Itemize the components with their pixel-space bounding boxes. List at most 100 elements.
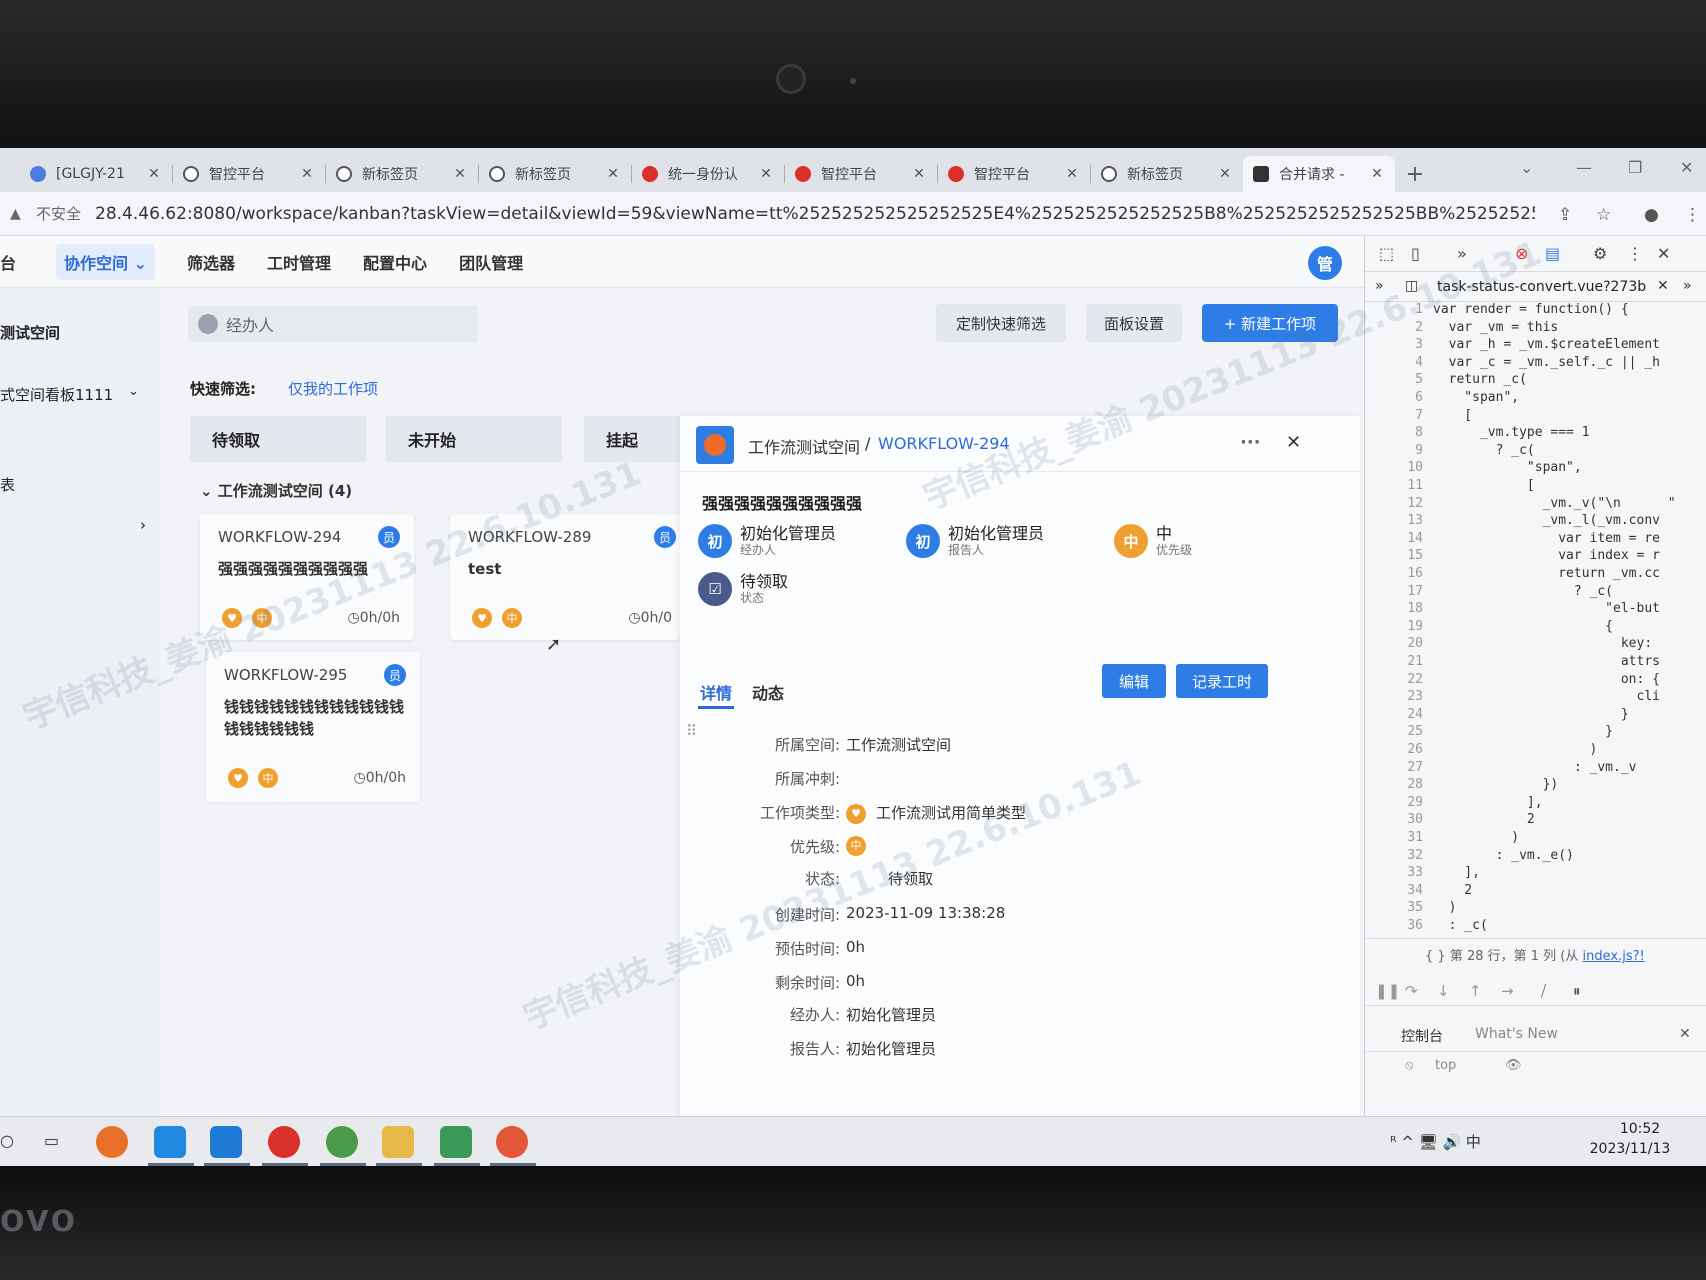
line-number[interactable]: 10 — [1365, 460, 1423, 475]
priority-info[interactable]: 中 中 优先级 — [1114, 524, 1192, 558]
clock-date[interactable]: 2023/11/13 — [1580, 1141, 1680, 1157]
line-number[interactable]: 21 — [1365, 654, 1423, 669]
toggle-navigator-icon[interactable]: » — [1375, 278, 1384, 294]
work-item-card[interactable]: WORKFLOW-289 员 test ♥ 中 ◷0h/0 — [450, 514, 680, 640]
line-number[interactable]: 6 — [1365, 390, 1423, 405]
bookmark-star-icon[interactable]: ☆ — [1596, 205, 1611, 225]
pause-icon[interactable]: ❚❚ — [1375, 982, 1400, 1000]
line-number[interactable]: 1 — [1365, 302, 1423, 317]
line-number[interactable]: 13 — [1365, 513, 1423, 528]
minimize-icon[interactable]: — — [1576, 158, 1592, 177]
field-value[interactable]: 初始化管理员 — [846, 1038, 936, 1059]
sidebar-item-board[interactable]: 式空间看板1111 — [0, 384, 113, 405]
eye-icon[interactable]: 👁 — [1505, 1058, 1522, 1073]
browser-tab[interactable]: 新标签页 ✕ — [1091, 156, 1243, 192]
line-number[interactable]: 15 — [1365, 548, 1423, 563]
line-number[interactable]: 11 — [1365, 478, 1423, 493]
tab-whats-new[interactable]: What's New — [1475, 1026, 1558, 1042]
url-field[interactable]: 28.4.46.62:8080/workspace/kanban?taskVie… — [95, 204, 1535, 224]
format-icon[interactable]: { } — [1425, 949, 1450, 964]
line-number[interactable]: 34 — [1365, 883, 1423, 898]
line-number[interactable]: 25 — [1365, 724, 1423, 739]
browser-tab[interactable]: 智控平台 ✕ — [938, 156, 1090, 192]
tab-search-icon[interactable]: ⌄ — [1520, 158, 1533, 177]
step-out-icon[interactable]: ↑ — [1469, 982, 1482, 1000]
step-into-icon[interactable]: ↓ — [1437, 982, 1450, 1000]
tab-activity[interactable]: 动态 — [752, 680, 784, 704]
line-number[interactable]: 33 — [1365, 865, 1423, 880]
line-number[interactable]: 24 — [1365, 707, 1423, 722]
source-code-view[interactable]: 1 var render = function() {2 var _vm = th… — [1365, 302, 1706, 933]
close-tab-icon[interactable]: ✕ — [299, 166, 315, 182]
field-value[interactable]: 待领取 — [888, 868, 933, 889]
line-number[interactable]: 28 — [1365, 777, 1423, 792]
breadcrumb-item-id[interactable]: WORKFLOW-294 — [878, 434, 1010, 453]
close-tab-icon[interactable]: ✕ — [1369, 166, 1385, 182]
red-app-icon[interactable] — [268, 1126, 300, 1158]
close-tab-icon[interactable]: ✕ — [452, 166, 468, 182]
close-tab-icon[interactable]: ✕ — [605, 166, 621, 182]
custom-quick-filter-button[interactable]: 定制快速筛选 — [936, 304, 1066, 342]
line-number[interactable]: 29 — [1365, 795, 1423, 810]
line-number[interactable]: 7 — [1365, 408, 1423, 423]
nav-team-management[interactable]: 团队管理 — [459, 250, 523, 274]
user-avatar[interactable]: 管 — [1308, 246, 1342, 280]
vscode-icon[interactable] — [210, 1126, 242, 1158]
panel-settings-button[interactable]: 面板设置 — [1086, 304, 1182, 342]
browser-tab-active[interactable]: 合并请求 - ✕ — [1243, 156, 1395, 192]
line-number[interactable]: 9 — [1365, 443, 1423, 458]
close-window-icon[interactable]: ✕ — [1680, 158, 1693, 177]
tab-details[interactable]: 详情 — [700, 680, 732, 704]
folder-icon[interactable] — [382, 1126, 414, 1158]
warning-icon[interactable]: ▲ — [10, 206, 24, 222]
more-tabs-icon[interactable]: » — [1457, 244, 1467, 263]
line-number[interactable]: 2 — [1365, 320, 1423, 335]
close-tab-icon[interactable]: ✕ — [146, 166, 162, 182]
browser-tab[interactable]: 统一身份认 ✕ — [632, 156, 784, 192]
more-icon[interactable]: ··· — [1240, 432, 1261, 453]
line-number[interactable]: 23 — [1365, 689, 1423, 704]
field-value[interactable]: 中 — [846, 836, 876, 856]
line-number[interactable]: 18 — [1365, 601, 1423, 616]
close-icon[interactable]: ✕ — [1286, 432, 1301, 453]
share-icon[interactable]: ⇪ — [1558, 205, 1572, 225]
error-count-icon[interactable]: ⊗ — [1515, 244, 1528, 263]
firefox-icon[interactable] — [96, 1126, 128, 1158]
deactivate-breakpoints-icon[interactable]: ⧸ — [1541, 982, 1546, 1000]
clear-console-icon[interactable]: ⦸ — [1405, 1058, 1413, 1073]
browser-tab[interactable]: [GLGJY-21 ✕ — [20, 156, 172, 192]
system-tray[interactable]: ᴿ ^ 🖥 🔊 中 — [1390, 1131, 1481, 1152]
nav-filters[interactable]: 筛选器 — [187, 250, 235, 274]
log-time-button[interactable]: 记录工时 — [1176, 664, 1268, 698]
nav-collaboration-space[interactable]: 协作空间 ⌄ — [56, 243, 156, 280]
line-number[interactable]: 30 — [1365, 812, 1423, 827]
step-over-icon[interactable]: ↷ — [1405, 982, 1418, 1000]
chevron-down-icon[interactable]: ⌄ — [128, 384, 139, 399]
devtools-menu-icon[interactable]: ⋮ — [1627, 244, 1643, 263]
step-icon[interactable]: → — [1501, 982, 1514, 1000]
line-number[interactable]: 3 — [1365, 337, 1423, 352]
settings-gear-icon[interactable]: ⚙ — [1593, 244, 1607, 263]
assignee-filter[interactable]: 经办人 — [188, 306, 478, 342]
breadcrumb-space[interactable]: 工作流测试空间 — [748, 434, 860, 458]
reporter-info[interactable]: 初 初始化管理员 报告人 — [906, 524, 1044, 558]
line-number[interactable]: 16 — [1365, 566, 1423, 581]
tab-console[interactable]: 控制台 — [1401, 1026, 1443, 1046]
line-number[interactable]: 17 — [1365, 584, 1423, 599]
status-info[interactable]: ☑ 待领取 状态 — [698, 572, 788, 606]
line-number[interactable]: 4 — [1365, 355, 1423, 370]
line-number[interactable]: 22 — [1365, 672, 1423, 687]
issues-icon[interactable]: ▤ — [1545, 244, 1560, 263]
close-drawer-icon[interactable]: ✕ — [1679, 1026, 1691, 1042]
line-number[interactable]: 26 — [1365, 742, 1423, 757]
line-number[interactable]: 27 — [1365, 760, 1423, 775]
search-circle-icon[interactable]: ○ — [0, 1131, 14, 1150]
inspect-element-icon[interactable]: ⬚ — [1379, 244, 1394, 263]
quick-filter-my-items[interactable]: 仅我的工作项 — [288, 378, 378, 399]
browser-tab[interactable]: 新标签页 ✕ — [326, 156, 478, 192]
work-item-card[interactable]: WORKFLOW-294 员 强强强强强强强强强强 ♥ 中 ◷0h/0h — [200, 514, 414, 640]
chrome-icon[interactable] — [326, 1126, 358, 1158]
clock-time[interactable]: 10:52 — [1600, 1121, 1680, 1137]
edit-button[interactable]: 编辑 — [1102, 664, 1166, 698]
close-file-icon[interactable]: ✕ — [1657, 278, 1669, 294]
